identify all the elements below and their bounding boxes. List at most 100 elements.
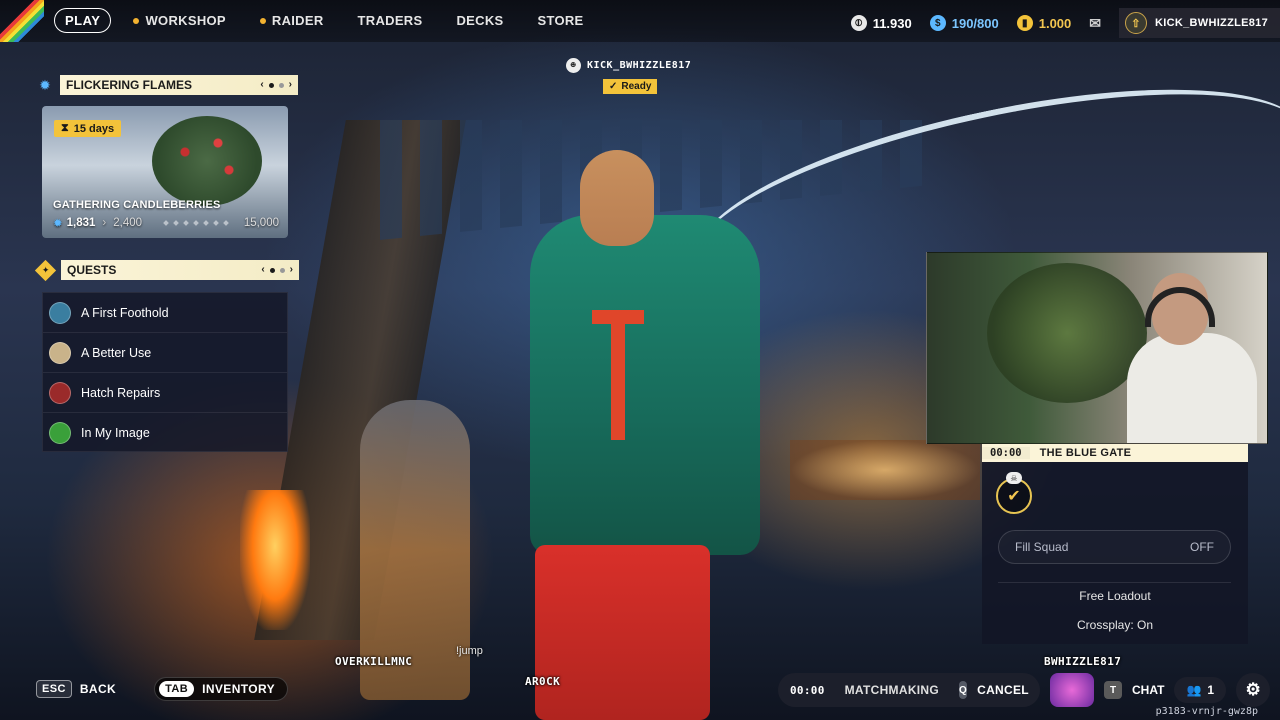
quests-pager: ‹ › [261, 260, 293, 280]
mail-button[interactable]: ✉ [1089, 15, 1101, 32]
event-days: 15 days [73, 122, 115, 135]
settings-button[interactable]: ⚙ [1236, 673, 1271, 707]
nav-decks[interactable]: DECKS [456, 13, 503, 28]
party-map-name[interactable]: THE BLUE GATE [1030, 447, 1132, 459]
event-progress-track [148, 220, 244, 226]
nav-traders-label: TRADERS [357, 13, 423, 28]
quest-giver-avatar [49, 381, 71, 404]
webcam-plant [987, 263, 1147, 403]
webcam-streamer [1127, 273, 1257, 443]
pager-next-icon[interactable]: › [289, 75, 292, 95]
raider-head [580, 150, 654, 246]
gear-icon: ⚙ [1245, 680, 1261, 699]
event-title: FLICKERING FLAMES [66, 78, 192, 92]
user-profile-button[interactable]: ⇧ KICK_BWHIZZLE817 [1119, 8, 1280, 38]
scene-fire [240, 490, 310, 630]
player-tag-bwhizzle: BWHIZZLE817 [1044, 655, 1122, 668]
quest-item[interactable]: In My Image [43, 413, 287, 453]
nav-traders[interactable]: TRADERS [358, 13, 423, 28]
coins-value: 11.930 [872, 15, 912, 31]
quests-title: QUESTS [67, 263, 117, 277]
quest-giver-avatar [49, 301, 71, 324]
party-divider [998, 582, 1231, 583]
credits-icon: ▮ [1016, 15, 1033, 31]
party-timer: 00:00 [982, 447, 1030, 459]
rank-up-icon: ⇧ [1125, 12, 1148, 34]
free-loadout-label[interactable]: Free Loadout [982, 589, 1248, 603]
tokens-counter[interactable]: $ 190/800 [929, 15, 999, 31]
top-bar: PLAY WORKSHOP RAIDER TRADERS DECKS STORE… [0, 0, 1280, 42]
pager-dot [278, 82, 284, 88]
check-icon: ✓ [609, 81, 618, 92]
streamer-hoodie [1127, 333, 1257, 443]
pager-dot [279, 267, 285, 273]
webcam-overlay [926, 252, 1268, 444]
fill-squad-label: Fill Squad [1015, 540, 1069, 554]
coins-counter[interactable]: ⦶ 11.930 [850, 15, 912, 31]
gear-icon: ✹ [39, 76, 51, 93]
matchmaking-timer: 00:00 [790, 683, 825, 697]
scene-candles [790, 440, 980, 500]
nav-play[interactable]: PLAY [54, 8, 112, 33]
token-icon: $ [929, 15, 946, 31]
quests-title-bar: QUESTS ‹ › [61, 260, 299, 280]
event-next: 2,400 [113, 217, 143, 229]
cancel-matchmaking-button[interactable]: CANCEL [977, 683, 1029, 697]
bottom-right-controls: T CHAT 👥 1 ⚙ [1050, 673, 1271, 707]
player-avatar-icon: ☻ [566, 58, 581, 73]
party-header: 00:00 THE BLUE GATE [982, 444, 1248, 462]
back-button[interactable]: BACK [80, 682, 116, 696]
friends-button[interactable]: 👥 1 [1174, 677, 1227, 703]
event-header: ✹ FLICKERING FLAMES ‹ › [35, 75, 298, 95]
quest-giver-avatar [49, 422, 71, 444]
session-id: p3183-vrnjr-gwz8p [1155, 706, 1258, 717]
player-tag-arock: AR0CK [525, 675, 561, 688]
chat-emote-jump: !jump [456, 645, 483, 657]
pager-prev-icon[interactable]: ‹ [261, 260, 264, 280]
nav-store[interactable]: STORE [537, 13, 583, 28]
event-max: 15,000 [243, 217, 279, 229]
chat-button[interactable]: CHAT [1132, 683, 1164, 697]
pager-prev-icon[interactable]: ‹ [260, 75, 263, 95]
quest-label: In My Image [81, 426, 150, 440]
friends-icon: 👥 [1186, 683, 1202, 697]
inventory-button[interactable]: TAB INVENTORY [154, 677, 289, 701]
mail-icon: ✉ [1089, 14, 1102, 31]
skull-icon: ☠ [1006, 472, 1022, 484]
event-pager: ‹ › [260, 75, 292, 95]
brand-stripes [0, 0, 44, 42]
quest-item[interactable]: A Better Use [43, 333, 287, 373]
lobby-player-tag: ☻ KICK_BWHIZZLE817 [566, 58, 691, 73]
bottom-left-controls: ESC BACK TAB INVENTORY [36, 677, 289, 701]
candleberry-image [152, 116, 262, 206]
raider-legs [535, 545, 710, 720]
credits-value: 1.000 [1038, 15, 1072, 31]
event-timer-badge: ⧗ 15 days [54, 120, 122, 137]
gear-icon: ✹ [53, 218, 63, 230]
matchmaking-bar: 00:00 MATCHMAKING Q CANCEL [778, 673, 1040, 707]
currency-bar: ⦶ 11.930 $ 190/800 ▮ 1.000 ✉ ⇧ KICK_BWHI… [850, 8, 1280, 38]
pager-dot [269, 267, 275, 273]
fill-squad-value: OFF [1190, 540, 1214, 554]
quest-item[interactable]: Hatch Repairs [43, 373, 287, 413]
tokens-value: 190/800 [951, 15, 999, 31]
profile-username: KICK_BWHIZZLE817 [1155, 17, 1268, 29]
fill-squad-toggle[interactable]: Fill Squad OFF [998, 530, 1231, 564]
party-panel: 00:00 THE BLUE GATE ✔ ☠ Fill Squad OFF F… [982, 444, 1248, 644]
chevron-right-icon: › [102, 217, 107, 229]
event-name: GATHERING CANDLEBERRIES [53, 199, 221, 211]
quest-giver-avatar [49, 341, 71, 364]
pager-next-icon[interactable]: › [290, 260, 293, 280]
notification-dot-icon [133, 17, 140, 24]
ready-label: Ready [621, 81, 652, 92]
nav-decks-label: DECKS [456, 13, 504, 28]
credits-counter[interactable]: ▮ 1.000 [1016, 15, 1072, 31]
quest-item[interactable]: A First Foothold [43, 293, 287, 333]
nav-raider[interactable]: RAIDER [259, 13, 324, 28]
raider-character [530, 215, 760, 555]
nav-workshop[interactable]: WORKSHOP [133, 13, 226, 28]
player-avatar [1050, 673, 1094, 707]
main-nav: PLAY WORKSHOP RAIDER TRADERS DECKS STORE [54, 8, 618, 33]
event-card[interactable]: ⧗ 15 days GATHERING CANDLEBERRIES ✹ 1,831… [42, 106, 288, 238]
quest-label: Hatch Repairs [81, 385, 161, 400]
